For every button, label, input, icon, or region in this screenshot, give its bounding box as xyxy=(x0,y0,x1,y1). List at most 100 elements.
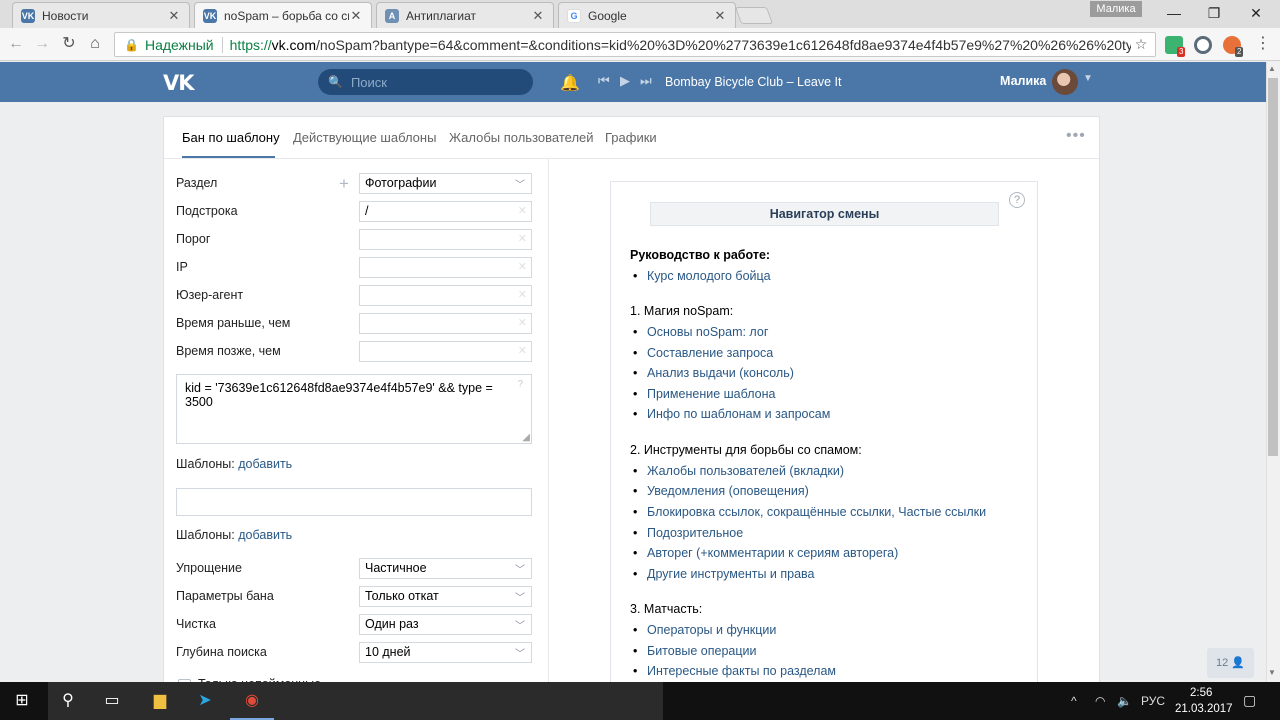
chevron-down-icon: ﹀ xyxy=(515,621,525,632)
nav-link[interactable]: Составление запроса xyxy=(633,346,773,360)
chevron-down-icon: ﹀ xyxy=(515,593,525,604)
close-tab-icon[interactable]: ✕ xyxy=(531,8,545,24)
chevron-down-icon[interactable]: ▼ xyxy=(1083,73,1093,84)
time-before-input[interactable]: ✕ xyxy=(359,313,532,334)
substring-input[interactable]: / ✕ xyxy=(359,201,532,222)
previous-track-icon[interactable]: ⏮ xyxy=(598,73,610,89)
url-text[interactable]: https://vk.com/noSpam?bantype=64&comment… xyxy=(230,37,1131,53)
address-bar[interactable]: 🔒 Надежный https://vk.com/noSpam?bantype… xyxy=(114,32,1156,57)
windows-start-icon[interactable]: ⊞ xyxy=(0,682,44,720)
nav-link[interactable]: Битовые операции xyxy=(633,644,757,658)
notifications-icon[interactable]: ▢ xyxy=(1243,692,1256,709)
tab-active-templates[interactable]: Действующие шаблоны xyxy=(293,130,436,145)
clear-icon[interactable]: ✕ xyxy=(518,260,527,273)
search-icon[interactable]: ⚲ xyxy=(46,682,90,720)
browser-tab-nospam[interactable]: VK noSpam – борьба со спамом ✕ xyxy=(194,2,372,28)
simplify-select[interactable]: Частичное ﹀ xyxy=(359,558,532,579)
browser-tab-news[interactable]: VK Новости ✕ xyxy=(12,2,190,28)
now-playing-track[interactable]: Bombay Bicycle Club – Leave It xyxy=(665,75,841,89)
resize-grip-icon[interactable]: ◢ xyxy=(522,432,530,443)
file-explorer-icon[interactable]: ▆ xyxy=(138,682,182,720)
close-tab-icon[interactable]: ✕ xyxy=(167,8,181,24)
cleanup-label: Чистка xyxy=(176,617,216,631)
search-input[interactable] xyxy=(350,74,521,90)
vk-logo-icon[interactable]: VK xyxy=(163,71,195,95)
input-language[interactable]: РУС xyxy=(1141,694,1165,708)
next-track-icon[interactable]: ⏭ xyxy=(640,73,652,89)
clock-date[interactable]: 21.03.2017 xyxy=(1175,703,1233,715)
telegram-icon[interactable]: ➤ xyxy=(183,682,227,720)
new-tab-button[interactable] xyxy=(734,7,774,24)
avatar[interactable] xyxy=(1052,69,1078,95)
nav-link[interactable]: Применение шаблона xyxy=(633,387,776,401)
cleanup-select[interactable]: Один раз ﹀ xyxy=(359,614,532,635)
play-icon[interactable]: ▶ xyxy=(620,73,630,89)
close-window-icon[interactable]: ✕ xyxy=(1246,4,1266,22)
useragent-label: Юзер-агент xyxy=(176,288,244,302)
close-tab-icon[interactable]: ✕ xyxy=(713,8,727,24)
home-icon[interactable]: ⌂ xyxy=(85,34,105,54)
chrome-icon[interactable]: ◉ xyxy=(230,682,274,720)
nav-link[interactable]: Инфо по шаблонам и запросам xyxy=(633,407,830,421)
browser-tab-google[interactable]: G Google ✕ xyxy=(558,2,736,28)
nav-link[interactable]: Интересные факты по разделам xyxy=(633,664,836,678)
person-icon: 👤 xyxy=(1231,657,1245,669)
notifications-bell-icon[interactable]: 🔔 xyxy=(560,73,580,93)
bookmark-star-icon[interactable]: ☆ xyxy=(1131,36,1151,53)
nav-link[interactable]: Подозрительное xyxy=(633,526,743,540)
nav-link[interactable]: Основы noSpam: лог xyxy=(633,325,768,339)
browser-menu-icon[interactable]: ⋮ xyxy=(1253,34,1273,54)
section-select[interactable]: Фотографии ﹀ xyxy=(359,173,532,194)
templates-box[interactable] xyxy=(176,488,532,516)
more-options-icon[interactable]: ••• xyxy=(1066,127,1086,145)
nav-link[interactable]: Жалобы пользователей (вкладки) xyxy=(633,464,844,478)
forward-arrow-icon[interactable]: → xyxy=(32,34,52,54)
clock-time[interactable]: 2:56 xyxy=(1190,687,1212,699)
task-view-icon[interactable]: ▭ xyxy=(90,682,134,720)
time-after-input[interactable]: ✕ xyxy=(359,341,532,362)
nav-link[interactable]: Курс молодого бойца xyxy=(633,269,771,283)
tab-ban-by-template[interactable]: Бан по шаблону xyxy=(182,130,280,145)
tab-user-complaints[interactable]: Жалобы пользователей xyxy=(449,130,594,145)
network-icon[interactable]: ◠ xyxy=(1095,694,1105,708)
browser-profile-badge[interactable]: Малика xyxy=(1090,1,1142,17)
tray-chevron-up-icon[interactable]: ^ xyxy=(1071,694,1077,708)
add-template-link[interactable]: добавить xyxy=(238,457,292,471)
nav-link[interactable]: Анализ выдачи (консоль) xyxy=(633,366,794,380)
online-friends-badge[interactable]: 12 👤 xyxy=(1207,648,1254,678)
add-section-plus-icon[interactable]: + xyxy=(339,174,349,194)
help-icon[interactable]: ? xyxy=(1009,192,1025,208)
search-depth-select[interactable]: 10 дней ﹀ xyxy=(359,642,532,663)
minimize-icon[interactable]: — xyxy=(1164,4,1184,22)
scroll-down-arrow-icon[interactable]: ▼ xyxy=(1268,668,1276,677)
useragent-input[interactable]: ✕ xyxy=(359,285,532,306)
clear-icon[interactable]: ✕ xyxy=(518,232,527,245)
tab-charts[interactable]: Графики xyxy=(605,130,657,145)
query-textarea[interactable]: kid = '73639e1c612648fd8ae9374e4f4b57e9'… xyxy=(176,374,532,444)
ip-input[interactable]: ✕ xyxy=(359,257,532,278)
nav-link[interactable]: Операторы и функции xyxy=(633,623,776,637)
help-icon[interactable]: ? xyxy=(517,379,523,390)
nav-link[interactable]: Авторег (+комментарии к сериям авторега) xyxy=(633,546,898,560)
clear-icon[interactable]: ✕ xyxy=(518,288,527,301)
nav-link[interactable]: Блокировка ссылок, сокращённые ссылки, Ч… xyxy=(633,505,986,519)
reload-icon[interactable]: ↻ xyxy=(59,34,79,54)
nav-link[interactable]: Другие инструменты и права xyxy=(633,567,814,581)
ban-params-select[interactable]: Только откат ﹀ xyxy=(359,586,532,607)
volume-icon[interactable]: 🔈 xyxy=(1117,694,1132,708)
restore-window-icon[interactable]: ❐ xyxy=(1204,4,1224,22)
scroll-up-arrow-icon[interactable]: ▲ xyxy=(1268,64,1276,73)
vk-search-box[interactable]: 🔍 xyxy=(318,69,533,95)
back-arrow-icon[interactable]: ← xyxy=(6,34,26,54)
clear-icon[interactable]: ✕ xyxy=(518,344,527,357)
clear-icon[interactable]: ✕ xyxy=(518,204,527,217)
threshold-input[interactable]: ✕ xyxy=(359,229,532,250)
close-tab-icon[interactable]: ✕ xyxy=(349,8,363,24)
page-scrollbar-thumb[interactable] xyxy=(1268,78,1278,456)
add-template-link[interactable]: добавить xyxy=(238,528,292,542)
clear-icon[interactable]: ✕ xyxy=(518,316,527,329)
browser-tab-antiplagiat[interactable]: A Антиплагиат ✕ xyxy=(376,2,554,28)
user-name[interactable]: Малика xyxy=(1000,74,1046,88)
extension-ring-icon[interactable] xyxy=(1194,36,1212,54)
nav-link[interactable]: Уведомления (оповещения) xyxy=(633,484,809,498)
